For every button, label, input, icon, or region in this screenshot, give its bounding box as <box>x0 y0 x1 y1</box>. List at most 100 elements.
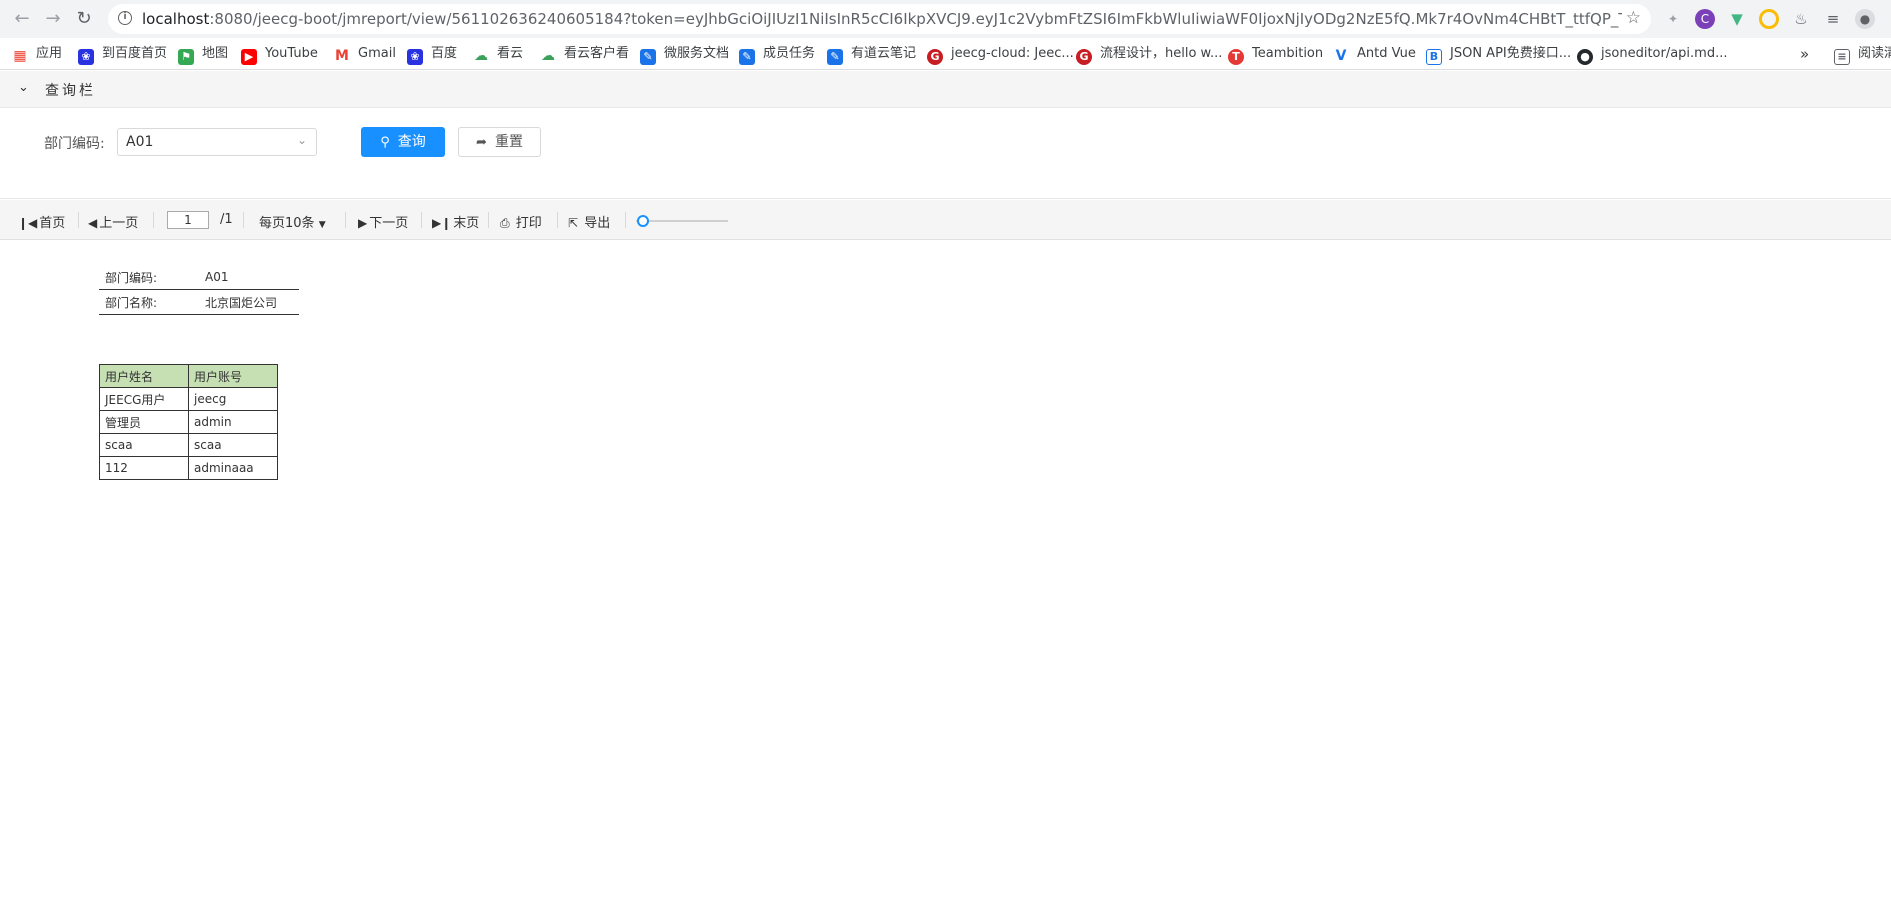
address-bar[interactable]: i localhost:8080/jeecg-boot/jmreport/vie… <box>108 4 1651 34</box>
maps-icon: ⚑ <box>178 49 194 65</box>
last-page-label: 末页 <box>453 216 480 231</box>
info-row: 部门编码: A01 <box>99 265 299 290</box>
bookmark-label: YouTube <box>265 46 318 61</box>
first-page-icon: ❙◀ <box>18 216 38 230</box>
info-value: 北京国炬公司 <box>199 289 299 315</box>
export-button[interactable]: ⇱ 导出 <box>568 212 610 231</box>
table-cell: JEECG用户 <box>99 387 189 411</box>
more-bookmarks-chevron[interactable]: » <box>1800 44 1809 64</box>
reading-list[interactable]: ≡ 阅读清 <box>1834 44 1891 65</box>
table-row: JEECG用户 jeecg <box>99 387 278 411</box>
more-bookmarks-label: » <box>1800 45 1810 63</box>
media-queue-icon[interactable]: ≡ <box>1823 9 1843 29</box>
bookmark-json-api[interactable]: B JSON API免费接口... <box>1426 44 1572 65</box>
bookmark-apps[interactable]: ▦ 应用 <box>12 44 62 64</box>
dept-code-select[interactable]: A01 ⌄ <box>117 128 317 156</box>
antd-vue-icon: V <box>1335 48 1347 64</box>
bookmark-jsoneditor[interactable]: ● jsoneditor/api.md... <box>1577 44 1728 65</box>
forward-arrow-icon[interactable]: → <box>41 7 65 31</box>
first-page-button[interactable]: ❙◀ 首页 <box>18 212 65 231</box>
bookmark-label: 百度 <box>431 46 458 61</box>
toolbar-divider <box>488 212 489 228</box>
bookmark-youtube[interactable]: ▶ YouTube <box>241 44 318 65</box>
gitee-icon: G <box>1076 49 1092 65</box>
reset-button[interactable]: ➦ 重置 <box>458 127 541 157</box>
table-cell: jeecg <box>188 387 278 411</box>
column-header-username: 用户姓名 <box>99 364 189 388</box>
bookmark-baidu-home[interactable]: ❀ 到百度首页 <box>78 44 167 65</box>
page-total: /1 <box>220 212 233 227</box>
bookmark-star-icon[interactable]: ☆ <box>1626 8 1641 28</box>
chevron-down-icon[interactable]: ⌄ <box>18 80 29 95</box>
bookmark-kancloud[interactable]: ☁ 看云 <box>473 44 523 64</box>
bookmark-label: Gmail <box>358 46 396 61</box>
bookmark-label: JSON API免费接口... <box>1450 46 1572 61</box>
caret-down-icon: ▼ <box>318 220 326 230</box>
kancloud-icon: ☁ <box>474 48 488 64</box>
bookmark-youdao-notes[interactable]: ✎ 有道云笔记 <box>827 44 916 65</box>
url-text[interactable]: localhost:8080/jeecg-boot/jmreport/view/… <box>142 10 1622 28</box>
search-icon: ⚲ <box>380 135 390 150</box>
table-row: 112 adminaaa <box>99 456 278 480</box>
bookmark-label: 看云客户看 <box>564 46 630 61</box>
bookmark-maps[interactable]: ⚑ 地图 <box>178 44 228 65</box>
extensions-puzzle-icon[interactable]: ♨ <box>1791 9 1811 29</box>
table-cell: 管理员 <box>99 410 189 434</box>
query-panel-header[interactable]: ⌄ 查询栏 <box>0 71 1891 108</box>
doc-edit-icon: ✎ <box>739 49 755 65</box>
print-button[interactable]: ⎙ 打印 <box>500 212 542 231</box>
extension-purple-icon[interactable]: C <box>1695 9 1715 29</box>
github-icon: ● <box>1577 49 1593 65</box>
bookmark-member-tasks[interactable]: ✎ 成员任务 <box>739 44 815 65</box>
dept-info-table: 部门编码: A01 部门名称: 北京国炬公司 <box>99 265 299 315</box>
info-row: 部门名称: 北京国炬公司 <box>99 289 299 315</box>
toolbar-divider <box>421 212 422 228</box>
reload-icon[interactable]: ↻ <box>72 7 96 31</box>
zoom-slider-handle[interactable] <box>637 215 649 227</box>
bookmark-teambition[interactable]: T Teambition <box>1228 44 1324 65</box>
last-page-button[interactable]: ▶❙ 末页 <box>432 212 479 231</box>
table-header-row: 用户姓名 用户账号 <box>99 364 278 388</box>
bookmark-label: Antd Vue <box>1357 46 1416 61</box>
toolbar-divider <box>625 212 626 228</box>
extension-color-ring-icon[interactable] <box>1759 9 1779 29</box>
bookmarks-bar: ▦ 应用 ❀ 到百度首页 ⚑ 地图 ▶ YouTube M Gmail ❀ 百度 ☁ 看云 ☁… <box>0 38 1891 70</box>
table-row: 管理员 admin <box>99 410 278 434</box>
teambition-icon: T <box>1228 49 1244 65</box>
profile-avatar-icon[interactable]: ● <box>1855 9 1875 29</box>
bookmark-label: 看云 <box>497 46 524 61</box>
dept-code-label: 部门编码: <box>44 136 105 152</box>
bookmark-baidu[interactable]: ❀ 百度 <box>407 44 458 65</box>
baidu-paw-icon: ❀ <box>407 49 423 65</box>
table-cell: scaa <box>99 433 189 457</box>
bookmark-jeecg-cloud[interactable]: Gjeecg-cloud: Jeec... <box>927 44 1074 65</box>
zoom-slider-track[interactable] <box>636 220 728 222</box>
search-button[interactable]: ⚲ 查询 <box>361 127 445 157</box>
table-cell: scaa <box>188 433 278 457</box>
bookmark-kancloud-customer[interactable]: ☁ 看云客户看 <box>540 44 629 64</box>
bookmark-process-design[interactable]: G 流程设计，hello w... <box>1076 44 1222 65</box>
next-page-button[interactable]: ▶ 下一页 <box>358 212 408 231</box>
page-number-input[interactable]: 1 <box>167 211 209 229</box>
bookmark-label: jeecg-cloud: Jeec... <box>951 46 1074 61</box>
info-value: A01 <box>199 265 299 290</box>
extension-bird-icon[interactable]: ✦ <box>1663 9 1683 29</box>
first-page-label: 首页 <box>39 216 66 231</box>
next-page-label: 下一页 <box>369 216 409 231</box>
page-size-dropdown[interactable]: 每页10条 ▼ <box>259 212 326 231</box>
url-path: :8080/jeecg-boot/jmreport/view/561102636… <box>209 10 1622 28</box>
print-label: 打印 <box>515 216 542 231</box>
bookmark-antd-vue[interactable]: V Antd Vue <box>1333 44 1416 64</box>
bookmark-gmail[interactable]: M Gmail <box>334 44 396 64</box>
toolbar-divider <box>345 212 346 228</box>
info-key: 部门编码: <box>99 265 199 290</box>
site-info-icon[interactable]: i <box>118 11 132 25</box>
back-arrow-icon[interactable]: ← <box>10 7 34 31</box>
doc-edit-icon: ✎ <box>827 49 843 65</box>
bookmark-label: Teambition <box>1252 46 1324 61</box>
apps-grid-icon: ▦ <box>13 48 27 64</box>
bookmark-microservice-docs[interactable]: ✎ 微服务文档 <box>640 44 729 65</box>
vue-devtools-icon[interactable]: ▼ <box>1727 9 1747 29</box>
export-label: 导出 <box>584 216 611 231</box>
prev-page-button[interactable]: ◀ 上一页 <box>88 212 138 231</box>
